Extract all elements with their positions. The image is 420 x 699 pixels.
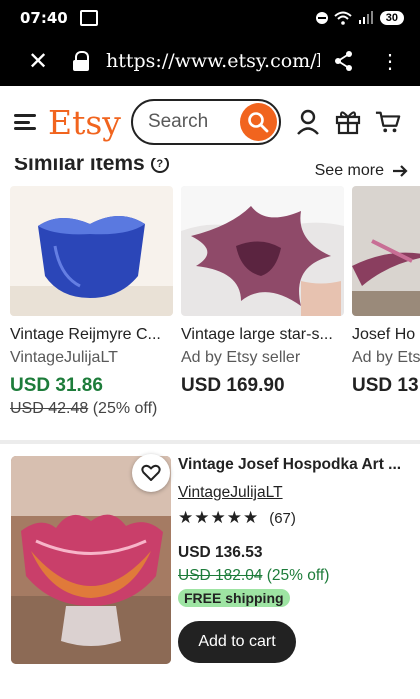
url-field[interactable]: https://www.etsy.com/listi	[106, 50, 320, 72]
rating-stars: ★★★★★	[178, 508, 260, 527]
section-title: Similar items	[14, 158, 145, 175]
search-input[interactable]	[145, 110, 240, 134]
item-title[interactable]: Josef Ho	[352, 326, 420, 344]
similar-items-header: Similar items ? See more	[14, 158, 408, 180]
item-shop: VintageJulijaLT	[10, 349, 118, 366]
item-title[interactable]: Vintage Reijmyre C...	[10, 326, 173, 344]
screenshot-icon	[79, 10, 98, 26]
search-box[interactable]	[130, 99, 281, 145]
site-header: Etsy	[0, 86, 420, 159]
search-button[interactable]	[239, 103, 277, 141]
item-title[interactable]: Vintage large star-s...	[181, 326, 344, 344]
listing-original-price: USD 182.04 (25% off)	[178, 567, 410, 585]
product-image[interactable]	[352, 186, 420, 316]
see-more-label: See more	[314, 162, 384, 179]
menu-icon[interactable]	[14, 114, 36, 130]
listing-shop-link[interactable]: VintageJulijaLT	[178, 484, 410, 502]
status-icons: 30	[315, 11, 404, 25]
rating-count: (67)	[269, 509, 296, 527]
listing-rating: ★★★★★ (67)	[178, 508, 410, 528]
similar-items-carousel: Vintage Reijmyre C... VintageJulijaLT US…	[10, 186, 420, 418]
original-price-value: USD 42.48	[10, 400, 89, 417]
arrow-right-icon	[393, 165, 408, 177]
item-shop: Ad by Etsy seller	[181, 349, 301, 366]
lock-icon[interactable]	[72, 51, 90, 71]
help-icon[interactable]: ?	[150, 158, 169, 173]
listing-price: USD 136.53	[178, 544, 263, 561]
similar-item-card[interactable]: Vintage Reijmyre C... VintageJulijaLT US…	[10, 186, 173, 418]
item-price: USD 169.90	[181, 375, 285, 396]
more-options-icon[interactable]: ⋮	[380, 49, 400, 74]
add-to-cart-button[interactable]: Add to cart	[178, 621, 296, 663]
browser-toolbar: ✕ https://www.etsy.com/listi ⋮	[0, 36, 420, 86]
see-more-link[interactable]: See more	[315, 162, 408, 180]
etsy-logo[interactable]: Etsy	[48, 103, 121, 142]
do-not-disturb-icon	[315, 12, 328, 24]
item-price: USD 31.86	[10, 375, 103, 396]
similar-item-card[interactable]: Josef Ho Ad by Ets USD 13	[352, 186, 420, 418]
close-tab-icon[interactable]: ✕	[26, 47, 50, 76]
gift-icon[interactable]	[335, 108, 361, 136]
share-icon[interactable]	[334, 50, 354, 72]
free-shipping-badge: FREE shipping	[178, 589, 290, 607]
item-shop: Ad by Ets	[352, 349, 420, 366]
original-price-value: USD 182.04	[178, 567, 263, 584]
listing-card[interactable]: Vintage Josef Hospodka Art ... VintageJu…	[0, 444, 420, 699]
signal-icon	[358, 11, 373, 24]
discount-label: (25% off)	[88, 400, 158, 417]
battery-indicator: 30	[379, 11, 404, 25]
discount-label: (25% off)	[262, 567, 330, 584]
item-price: USD 13	[352, 375, 419, 396]
product-image[interactable]	[181, 186, 344, 316]
listing-title[interactable]: Vintage Josef Hospodka Art ...	[178, 456, 410, 474]
status-time: 07:40	[20, 9, 68, 27]
account-icon[interactable]	[295, 108, 321, 136]
status-bar: 07:40 30	[0, 0, 420, 36]
cart-icon[interactable]	[375, 108, 401, 136]
item-original-price: USD 42.48 (25% off)	[10, 400, 173, 418]
similar-item-card[interactable]: Vintage large star-s... Ad by Etsy selle…	[181, 186, 344, 418]
listing-info: Vintage Josef Hospodka Art ... VintageJu…	[178, 456, 410, 663]
similar-items-section: Similar items ? See more Vintage Reijmyr…	[0, 158, 420, 440]
heart-icon	[141, 464, 161, 481]
wifi-icon	[334, 11, 352, 25]
search-icon	[248, 112, 269, 133]
page-content: Similar items ? See more Vintage Reijmyr…	[0, 158, 420, 699]
favorite-button[interactable]	[132, 454, 170, 492]
product-image[interactable]	[10, 186, 173, 316]
